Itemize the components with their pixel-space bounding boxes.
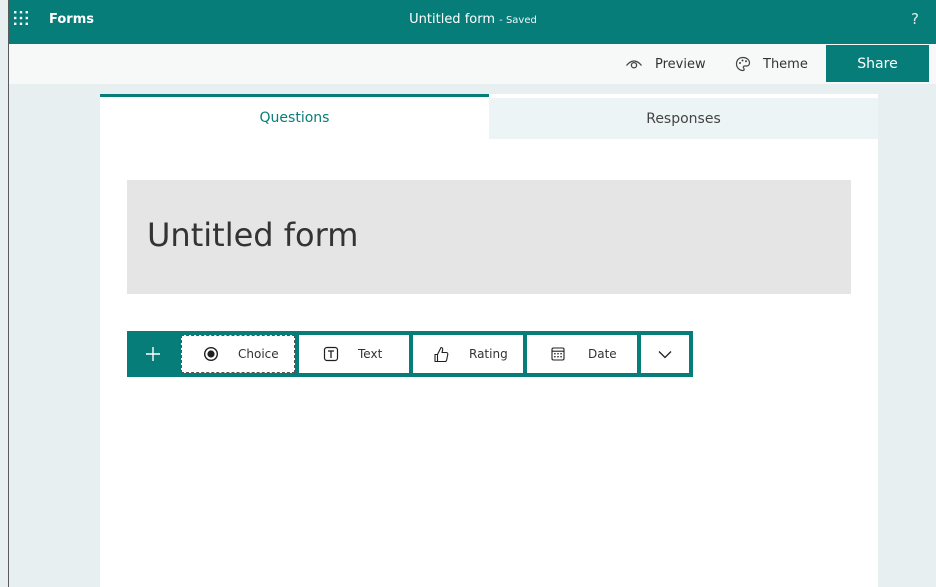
document-title: Untitled form - Saved — [9, 12, 936, 27]
form-title[interactable]: Untitled form — [147, 216, 358, 254]
theme-label: Theme — [763, 56, 808, 72]
save-status: - Saved — [499, 15, 537, 26]
preview-eye-icon — [626, 60, 642, 69]
more-question-types-button[interactable] — [641, 335, 689, 373]
form-card: Questions Responses Untitled form Choice — [100, 94, 878, 587]
date-label: Date — [588, 347, 617, 361]
choice-button[interactable]: Choice — [181, 335, 295, 373]
text-box-icon — [323, 346, 339, 362]
share-button[interactable]: Share — [826, 45, 929, 82]
calendar-icon — [551, 347, 565, 361]
text-label: Text — [358, 347, 383, 361]
preview-button[interactable]: Preview — [625, 44, 706, 84]
date-button[interactable]: Date — [527, 335, 637, 373]
palette-icon — [735, 56, 751, 72]
add-question-toolbar: Choice Text Rating Date — [127, 331, 693, 377]
rating-button[interactable]: Rating — [413, 335, 523, 373]
choice-label: Choice — [238, 347, 279, 361]
help-button[interactable]: ? — [911, 10, 919, 28]
command-bar: Preview Theme Share — [9, 44, 936, 84]
document-title-text: Untitled form — [409, 12, 496, 27]
theme-button[interactable]: Theme — [735, 44, 808, 84]
tab-questions[interactable]: Questions — [100, 94, 489, 139]
form-title-area[interactable]: Untitled form — [127, 180, 851, 294]
radio-icon — [203, 346, 219, 362]
text-button[interactable]: Text — [299, 335, 409, 373]
plus-icon — [146, 347, 160, 361]
tab-responses[interactable]: Responses — [489, 98, 878, 139]
rating-label: Rating — [469, 347, 508, 361]
add-question-button[interactable] — [127, 331, 179, 377]
chevron-down-icon — [658, 350, 672, 358]
top-bar: Forms Untitled form - Saved ? — [9, 0, 936, 44]
app-window: Forms Untitled form - Saved ? Preview Th… — [8, 0, 936, 587]
preview-label: Preview — [655, 56, 706, 72]
thumbs-up-icon — [434, 346, 449, 362]
